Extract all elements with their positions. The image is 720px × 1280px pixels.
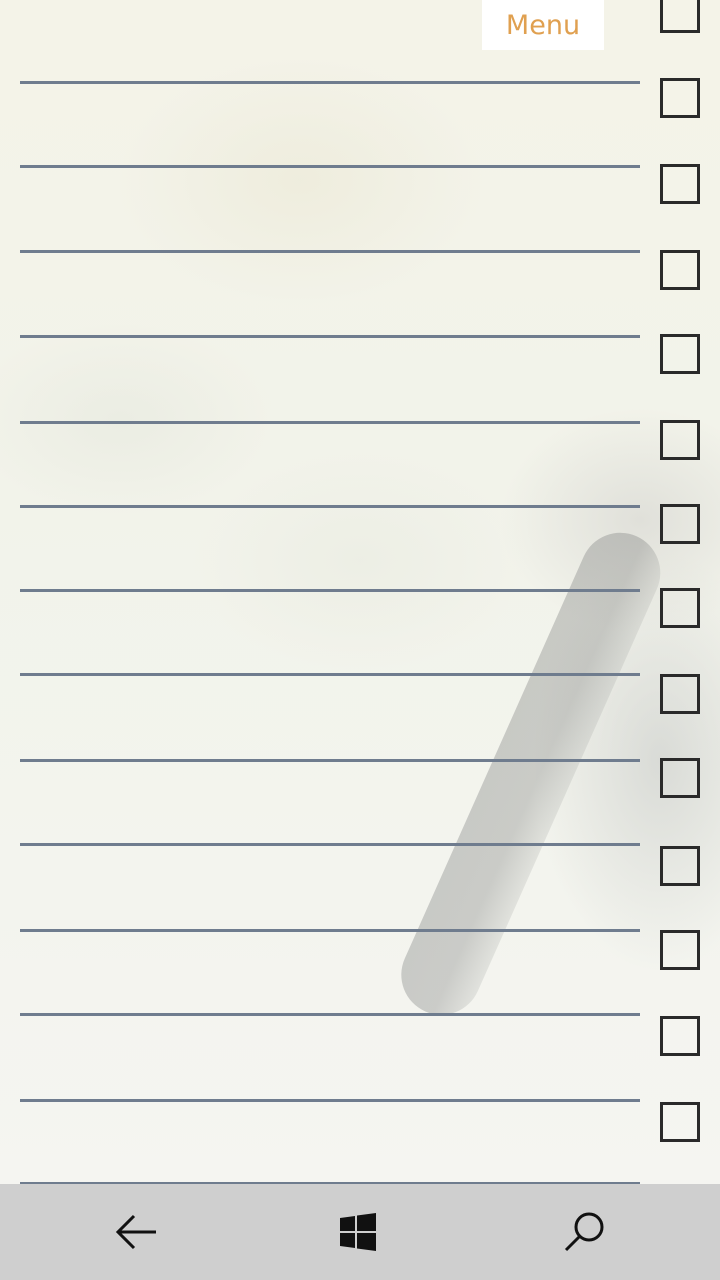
navigation-bar	[0, 1184, 720, 1280]
notepad-background	[0, 0, 720, 1184]
search-button[interactable]	[556, 1204, 612, 1260]
windows-logo-icon	[340, 1213, 376, 1251]
search-icon	[564, 1212, 604, 1252]
ruled-line	[20, 335, 640, 338]
task-checkbox[interactable]	[660, 250, 700, 290]
ruled-line	[20, 1099, 640, 1102]
back-button[interactable]	[108, 1204, 164, 1260]
task-checkbox[interactable]	[660, 1016, 700, 1056]
pen-image	[388, 520, 674, 1028]
ruled-line	[20, 165, 640, 168]
task-checkbox[interactable]	[660, 674, 700, 714]
task-checkbox[interactable]	[660, 504, 700, 544]
home-button[interactable]	[330, 1204, 386, 1260]
ruled-line	[20, 421, 640, 424]
task-checkbox[interactable]	[660, 0, 700, 33]
task-checkbox[interactable]	[660, 334, 700, 374]
ruled-line	[20, 505, 640, 508]
ruled-line	[20, 929, 640, 932]
task-checkbox[interactable]	[660, 930, 700, 970]
ruled-line	[20, 81, 640, 84]
task-checkbox[interactable]	[660, 1102, 700, 1142]
ruled-line	[20, 673, 640, 676]
ruled-line	[20, 843, 640, 846]
task-checkbox[interactable]	[660, 588, 700, 628]
ruled-line	[20, 250, 640, 253]
task-checkbox[interactable]	[660, 78, 700, 118]
task-checkbox[interactable]	[660, 758, 700, 798]
ruled-line	[20, 1013, 640, 1016]
ruled-line	[20, 589, 640, 592]
menu-button[interactable]: Menu	[482, 0, 604, 50]
ruled-line	[20, 759, 640, 762]
task-checkbox[interactable]	[660, 164, 700, 204]
task-checkbox[interactable]	[660, 846, 700, 886]
task-checkbox[interactable]	[660, 420, 700, 460]
back-arrow-icon	[115, 1214, 156, 1250]
